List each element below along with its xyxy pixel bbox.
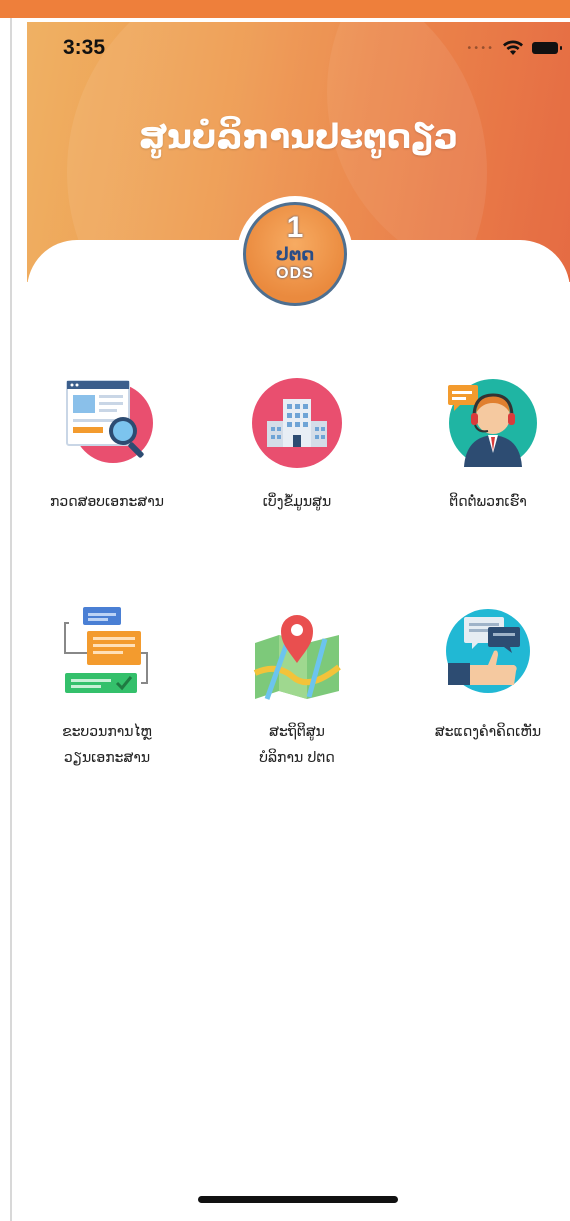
logo-lao-text: ປຕດ [275,243,315,265]
home-indicator[interactable] [198,1196,398,1203]
support-agent-icon [438,373,538,473]
signal-icon: •••• [466,42,494,54]
logo-latin-text: ODS [276,264,314,282]
logo-ring: 1 ປຕດ ODS [237,196,353,312]
menu-label-line: ສະຖິຕິສູນ [269,724,325,740]
map-pin-icon [247,603,347,703]
status-icons: •••• [466,38,562,58]
menu-item-give-feedback[interactable]: ສະແດງຄຳຄິດເຫັນ [398,603,570,745]
menu-label-line: ເບິ່ງຂໍ້ມູນສູນ [262,494,332,510]
menu-item-check-documents[interactable]: ກວດສອບເອກະສານ [17,373,197,515]
menu-label: ກວດສອບເອກະສານ [50,489,164,515]
feedback-thumb-icon [438,603,538,703]
battery-icon [532,42,562,54]
status-time: 3:35 [63,36,106,59]
menu-label-line: ວຽນເອກະສານ [63,750,151,766]
phone-screen: 3:35 •••• ສູນບໍລິການປະຕູດຽວ 1 ປຕດ ODS ກວ… [12,18,570,1221]
menu-label: ຂະບວນການໄຫຼ ວຽນເອກະສານ [62,719,152,771]
menu-label: ສະແດງຄຳຄິດເຫັນ [435,719,541,745]
document-flow-icon [57,603,157,703]
menu-item-contact-us[interactable]: ຕິດຕໍ່ພວກເຮົາ [398,373,570,515]
menu-label-line: ກວດສອບເອກະສານ [49,494,165,510]
menu-label-line: ສະແດງຄຳຄິດເຫັນ [434,724,542,740]
menu-item-document-flow[interactable]: ຂະບວນການໄຫຼ ວຽນເອກະສານ [17,603,197,771]
top-accent-bar [0,0,570,18]
wifi-icon [503,40,523,55]
menu-label-line: ຕິດຕໍ່ພວກເຮົາ [449,494,527,510]
ods-logo: 1 ປຕດ ODS [243,202,347,306]
menu-label: ເບິ່ງຂໍ້ມູນສູນ [263,489,331,515]
logo-number: 1 [286,211,304,244]
document-search-icon [57,373,157,473]
menu-item-center-statistics[interactable]: ສະຖິຕິສູນ ບໍລິການ ປຕດ [207,603,387,771]
menu-label-line: ບໍລິການ ປຕດ [259,750,335,766]
menu-item-view-center-info[interactable]: ເບິ່ງຂໍ້ມູນສູນ [207,373,387,515]
menu-label: ສະຖິຕິສູນ ບໍລິການ ປຕດ [259,719,335,771]
building-icon [247,373,347,473]
menu-label-line: ຂະບວນການໄຫຼ [62,724,152,740]
menu-label: ຕິດຕໍ່ພວກເຮົາ [449,489,527,515]
app-title: ສູນບໍລິການປະຕູດຽວ [138,117,459,157]
